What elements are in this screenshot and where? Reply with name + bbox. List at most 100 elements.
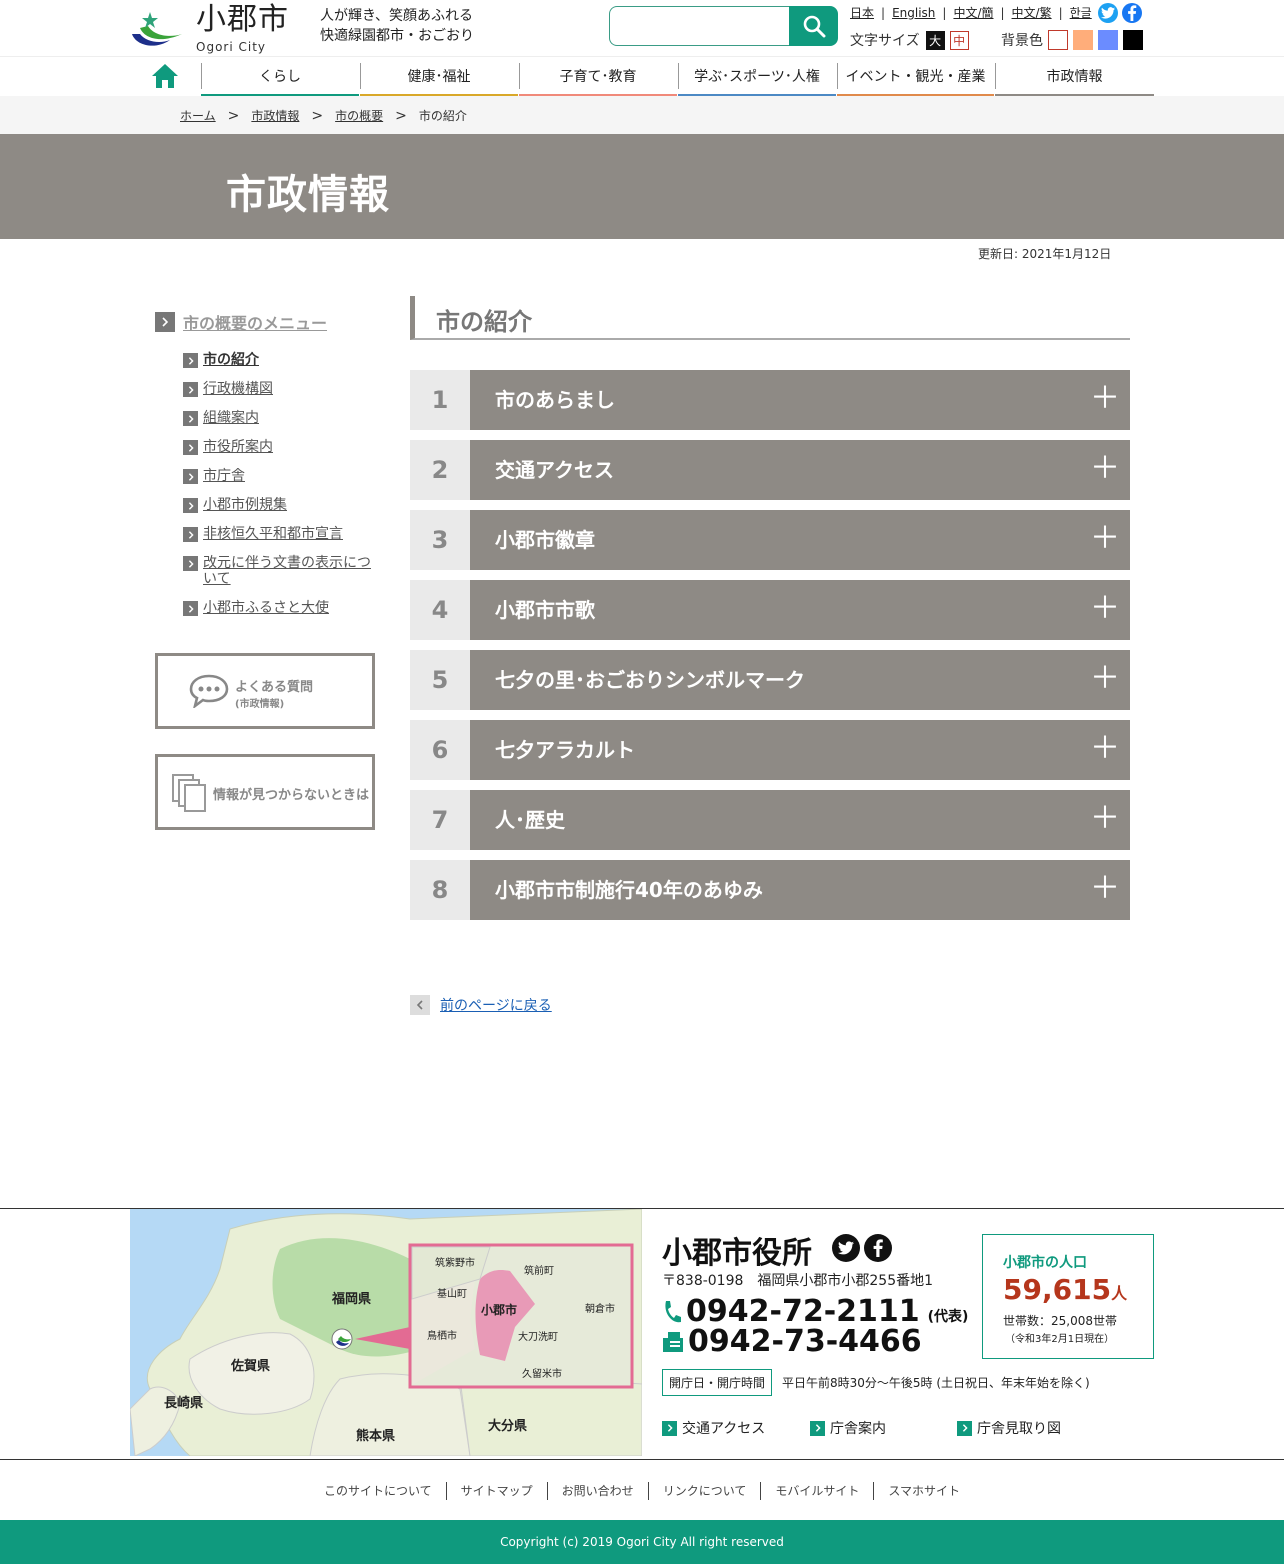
sidebar-item-label[interactable]: 行政機構図 bbox=[203, 381, 273, 397]
accordion-number: 4 bbox=[410, 580, 470, 640]
sidebar-item-era-change[interactable]: 改元に伴う文書の表示について bbox=[183, 555, 383, 587]
accordion-header[interactable]: 市のあらまし ＋ bbox=[470, 370, 1130, 430]
nav-city-info[interactable]: 市政情報 bbox=[995, 57, 1154, 98]
facebook-icon[interactable] bbox=[864, 1234, 892, 1262]
lang-chinese-simplified[interactable]: 中文/簡 bbox=[953, 4, 993, 21]
sidebar-item-label[interactable]: 市の紹介 bbox=[203, 352, 259, 368]
accordion-item-access[interactable]: 2 交通アクセス ＋ bbox=[410, 440, 1130, 500]
bg-black-button[interactable] bbox=[1123, 30, 1143, 50]
lang-japanese[interactable]: 日本 bbox=[850, 4, 874, 21]
lang-korean[interactable]: 한글 bbox=[1070, 4, 1092, 21]
accordion-header[interactable]: 七夕の里･おごおりシンボルマーク ＋ bbox=[470, 650, 1130, 710]
sidebar-item-city-intro[interactable]: 市の紹介 bbox=[183, 352, 383, 368]
accordion-number: 5 bbox=[410, 650, 470, 710]
sidebar-item-city-hall-guide[interactable]: 市役所案内 bbox=[183, 439, 383, 455]
chevron-right-icon bbox=[183, 411, 198, 426]
accordion-header[interactable]: 七夕アラカルト ＋ bbox=[470, 720, 1130, 780]
accordion-header[interactable]: 小郡市市制施行40年のあゆみ ＋ bbox=[470, 860, 1130, 920]
section-heading: 市の紹介 bbox=[410, 296, 1130, 340]
bg-orange-button[interactable] bbox=[1073, 30, 1093, 50]
facebook-icon[interactable] bbox=[1122, 3, 1142, 23]
accordion-header[interactable]: 小郡市市歌 ＋ bbox=[470, 580, 1130, 640]
util-link-contact[interactable]: お問い合わせ bbox=[546, 1482, 648, 1500]
slogan-line-2: 快適緑園都市・おごおり bbox=[320, 28, 474, 44]
footer-link-building-guide[interactable]: 庁舎案内 bbox=[810, 1418, 886, 1438]
sidebar-item-ambassadors[interactable]: 小郡市ふるさと大使 bbox=[183, 600, 383, 616]
sidebar-item-label[interactable]: 市役所案内 bbox=[203, 439, 273, 455]
sidebar-item-label[interactable]: 小郡市ふるさと大使 bbox=[203, 600, 329, 616]
nav-events-tourism[interactable]: イベント・観光・産業 bbox=[837, 57, 994, 98]
sidebar-item-label[interactable]: 小郡市例規集 bbox=[203, 497, 287, 513]
font-size-medium-button[interactable]: 中 bbox=[949, 30, 969, 50]
sidebar-item-government-building[interactable]: 市庁舎 bbox=[183, 468, 383, 484]
nav-kurashi[interactable]: くらし bbox=[201, 57, 359, 98]
bg-white-button[interactable] bbox=[1048, 30, 1068, 50]
office-hours: 開庁日・開庁時間 平日午前8時30分～午後5時 (土日祝日、年末年始を除く) bbox=[662, 1369, 1090, 1396]
chevron-right-icon bbox=[810, 1420, 825, 1436]
sidebar-item-label[interactable]: 改元に伴う文書の表示について bbox=[203, 555, 383, 587]
lang-english[interactable]: English bbox=[892, 6, 935, 20]
accordion-item-symbol-mark[interactable]: 5 七夕の里･おごおりシンボルマーク ＋ bbox=[410, 650, 1130, 710]
sidebar-item-label[interactable]: 組織案内 bbox=[203, 410, 259, 426]
nav-health-welfare[interactable]: 健康･福祉 bbox=[360, 57, 518, 98]
footer-link-label: 庁舎案内 bbox=[830, 1421, 886, 1437]
sidebar-item-label[interactable]: 市庁舎 bbox=[203, 468, 245, 484]
accordion-item-40th-anniversary[interactable]: 8 小郡市市制施行40年のあゆみ ＋ bbox=[410, 860, 1130, 920]
population-value-wrap: 59,615人 bbox=[1003, 1273, 1127, 1306]
footer-link-access[interactable]: 交通アクセス bbox=[662, 1418, 765, 1438]
accordion-header[interactable]: 交通アクセス ＋ bbox=[470, 440, 1130, 500]
util-link-smartphone-site[interactable]: スマホサイト bbox=[873, 1482, 974, 1500]
plus-icon: ＋ bbox=[1090, 521, 1120, 556]
lang-chinese-traditional[interactable]: 中文/繁 bbox=[1012, 4, 1052, 21]
search-button[interactable] bbox=[789, 6, 838, 46]
breadcrumb-city-info[interactable]: 市政情報 bbox=[251, 107, 299, 124]
sidebar-heading-link[interactable]: 市の概要のメニュー bbox=[183, 310, 327, 334]
font-size-label: 文字サイズ bbox=[850, 33, 920, 49]
twitter-icon[interactable] bbox=[832, 1234, 860, 1262]
sidebar-item-org-chart[interactable]: 行政機構図 bbox=[183, 381, 383, 397]
accordion-header[interactable]: 人･歴史 ＋ bbox=[470, 790, 1130, 850]
accordion-label: 七夕の里･おごおりシンボルマーク bbox=[495, 668, 805, 692]
sidebar-item-peace-declaration[interactable]: 非核恒久平和都市宣言 bbox=[183, 526, 383, 542]
breadcrumb-city-overview[interactable]: 市の概要 bbox=[335, 107, 383, 124]
faq-button[interactable]: よくある質問 (市政情報) bbox=[155, 653, 375, 729]
divider: | bbox=[1000, 5, 1005, 20]
accordion-item-outline[interactable]: 1 市のあらまし ＋ bbox=[410, 370, 1130, 430]
util-link-link-policy[interactable]: リンクについて bbox=[647, 1482, 761, 1500]
sidebar-item-regulations[interactable]: 小郡市例規集 bbox=[183, 497, 383, 513]
util-link-mobile-site[interactable]: モバイルサイト bbox=[760, 1482, 873, 1500]
back-link[interactable]: 前のページに戻る bbox=[410, 995, 552, 1015]
util-link-sitemap[interactable]: サイトマップ bbox=[445, 1482, 547, 1500]
footer-link-floor-map[interactable]: 庁舎見取り図 bbox=[957, 1418, 1061, 1438]
util-link-about-site[interactable]: このサイトについて bbox=[310, 1482, 446, 1500]
fax-number: 0942-73-4466 bbox=[688, 1324, 922, 1359]
accordion-item-city-song[interactable]: 4 小郡市市歌 ＋ bbox=[410, 580, 1130, 640]
sidebar-item-organization[interactable]: 組織案内 bbox=[183, 410, 383, 426]
twitter-icon[interactable] bbox=[1098, 3, 1118, 23]
not-found-button[interactable]: 情報が見つからないときは bbox=[155, 754, 375, 830]
site-logo[interactable]: 小郡市 Ogori City bbox=[130, 2, 300, 54]
breadcrumb: ホーム > 市政情報 > 市の概要 > 市の紹介 bbox=[0, 96, 1284, 134]
population-unit: 人 bbox=[1111, 1284, 1128, 1303]
accordion-item-tanabata[interactable]: 6 七夕アラカルト ＋ bbox=[410, 720, 1130, 780]
section-title: 市の紹介 bbox=[436, 308, 532, 336]
bg-blue-button[interactable] bbox=[1098, 30, 1118, 50]
nav-childcare-education[interactable]: 子育て･教育 bbox=[519, 57, 677, 98]
slogan: 人が輝き、笑顔あふれる 快適緑園都市・おごおり bbox=[320, 6, 474, 46]
home-button[interactable] bbox=[130, 57, 200, 95]
breadcrumb-separator: > bbox=[395, 107, 407, 124]
search-input[interactable] bbox=[609, 6, 791, 46]
accordion-item-history[interactable]: 7 人･歴史 ＋ bbox=[410, 790, 1130, 850]
chevron-right-icon bbox=[155, 312, 175, 332]
plus-icon: ＋ bbox=[1090, 381, 1120, 416]
slogan-line-1: 人が輝き、笑顔あふれる bbox=[320, 8, 474, 24]
nav-learning-sports[interactable]: 学ぶ･スポーツ･人権 bbox=[678, 57, 836, 98]
breadcrumb-home[interactable]: ホーム bbox=[180, 107, 216, 124]
font-size-large-button[interactable]: 大 bbox=[925, 30, 945, 50]
sidebar-item-label[interactable]: 非核恒久平和都市宣言 bbox=[203, 526, 343, 542]
site-header: 小郡市 Ogori City 人が輝き、笑顔あふれる 快適緑園都市・おごおり 日… bbox=[0, 0, 1284, 56]
accordion-item-emblem[interactable]: 3 小郡市徽章 ＋ bbox=[410, 510, 1130, 570]
population-box: 小郡市の人口 59,615人 世帯数：25,008世帯 （令和3年2月1日現在） bbox=[982, 1234, 1154, 1359]
accordion-header[interactable]: 小郡市徽章 ＋ bbox=[470, 510, 1130, 570]
back-link-label[interactable]: 前のページに戻る bbox=[440, 995, 552, 1015]
